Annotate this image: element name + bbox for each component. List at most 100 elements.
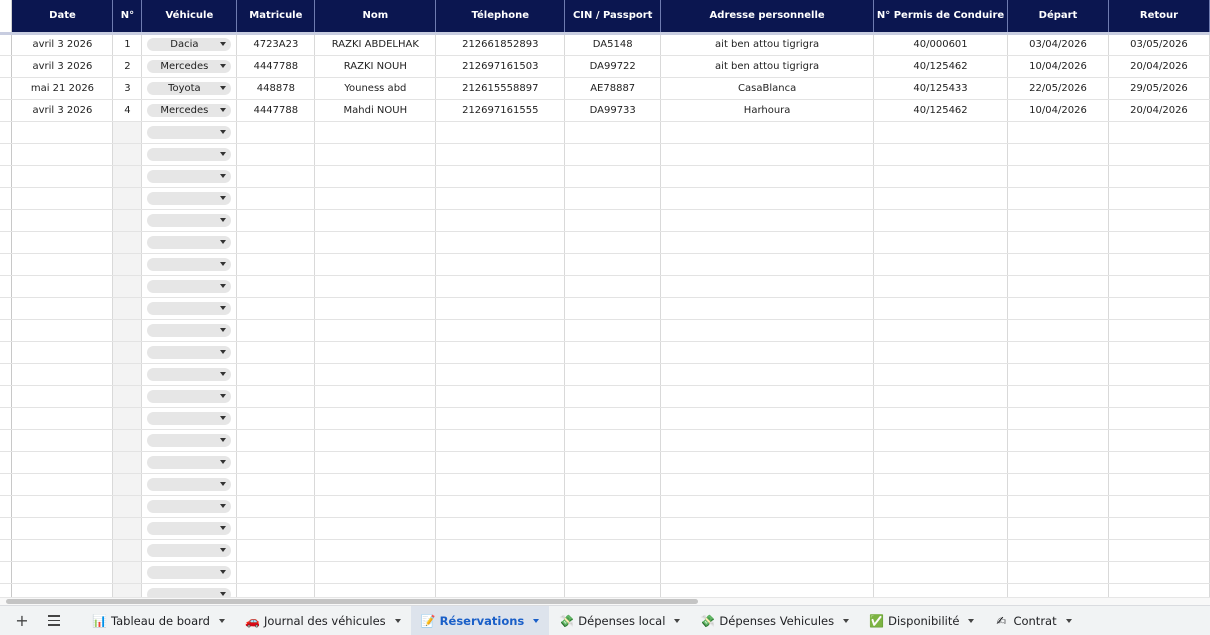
cell-adresse[interactable] <box>660 451 875 474</box>
cell-retour[interactable]: 20/04/2026 <box>1108 99 1210 122</box>
cell-date[interactable] <box>11 451 114 474</box>
vehicle-dropdown[interactable] <box>147 345 232 359</box>
cell-date[interactable] <box>11 319 114 342</box>
cell-adresse[interactable] <box>660 583 875 597</box>
cell-matricule[interactable] <box>236 341 316 364</box>
cell-depart[interactable] <box>1007 275 1109 298</box>
cell-permis[interactable]: 40/125462 <box>873 55 1009 78</box>
cell-permis[interactable] <box>873 517 1009 540</box>
cell-nom[interactable] <box>314 407 437 430</box>
cell-nom[interactable] <box>314 385 437 408</box>
cell-matricule[interactable] <box>236 121 316 144</box>
cell-retour[interactable] <box>1108 253 1210 276</box>
cell-date[interactable] <box>11 121 114 144</box>
cell-date[interactable]: mai 21 2026 <box>11 77 114 100</box>
cell-nom[interactable] <box>314 341 437 364</box>
cell-num[interactable] <box>112 473 143 496</box>
cell-matricule[interactable] <box>236 165 316 188</box>
cell-matricule[interactable]: 4447788 <box>236 99 316 122</box>
chevron-down-icon[interactable] <box>533 618 540 623</box>
row-gutter[interactable] <box>0 209 13 232</box>
row-gutter[interactable] <box>0 275 13 298</box>
cell-retour[interactable] <box>1108 517 1210 540</box>
cell-depart[interactable] <box>1007 143 1109 166</box>
cell-retour[interactable] <box>1108 385 1210 408</box>
vehicle-dropdown[interactable] <box>147 411 232 425</box>
tab-reservations[interactable]: 📝 Réservations <box>410 606 550 635</box>
cell-vehicule[interactable] <box>141 231 238 254</box>
cell-vehicule[interactable] <box>141 385 238 408</box>
row-gutter[interactable] <box>0 55 13 78</box>
vehicle-dropdown[interactable] <box>147 499 232 513</box>
cell-nom[interactable]: RAZKI ABDELHAK <box>314 33 437 56</box>
cell-vehicule[interactable]: Toyota <box>141 77 238 100</box>
cell-nom[interactable] <box>314 363 437 386</box>
cell-matricule[interactable]: 448878 <box>236 77 316 100</box>
cell-adresse[interactable] <box>660 561 875 584</box>
vehicle-dropdown[interactable]: Mercedes <box>147 103 232 117</box>
cell-vehicule[interactable] <box>141 209 238 232</box>
cell-cin[interactable] <box>564 231 662 254</box>
cell-vehicule[interactable] <box>141 539 238 562</box>
cell-num[interactable] <box>112 341 143 364</box>
cell-tel[interactable]: 212697161503 <box>435 55 566 78</box>
cell-adresse[interactable] <box>660 275 875 298</box>
row-gutter[interactable] <box>0 297 13 320</box>
row-gutter[interactable] <box>0 319 13 342</box>
cell-permis[interactable] <box>873 429 1009 452</box>
cell-nom[interactable] <box>314 539 437 562</box>
cell-tel[interactable] <box>435 231 566 254</box>
cell-tel[interactable] <box>435 495 566 518</box>
cell-adresse[interactable] <box>660 319 875 342</box>
vehicle-dropdown[interactable]: Dacia <box>147 38 232 51</box>
chevron-down-icon[interactable] <box>394 618 401 623</box>
cell-date[interactable] <box>11 143 114 166</box>
cell-date[interactable] <box>11 165 114 188</box>
cell-num[interactable] <box>112 209 143 232</box>
cell-num[interactable] <box>112 143 143 166</box>
column-header-depart[interactable]: Départ <box>1007 0 1109 35</box>
cell-num[interactable] <box>112 539 143 562</box>
cell-matricule[interactable] <box>236 385 316 408</box>
cell-permis[interactable] <box>873 385 1009 408</box>
cell-matricule[interactable] <box>236 539 316 562</box>
cell-depart[interactable] <box>1007 583 1109 597</box>
cell-adresse[interactable] <box>660 341 875 364</box>
cell-retour[interactable] <box>1108 407 1210 430</box>
cell-num[interactable] <box>112 253 143 276</box>
cell-tel[interactable] <box>435 253 566 276</box>
cell-retour[interactable] <box>1108 121 1210 144</box>
cell-vehicule[interactable] <box>141 407 238 430</box>
cell-vehicule[interactable] <box>141 253 238 276</box>
cell-nom[interactable] <box>314 231 437 254</box>
cell-permis[interactable] <box>873 539 1009 562</box>
cell-matricule[interactable] <box>236 209 316 232</box>
tab-depenses-local[interactable]: 💸 Dépenses local <box>549 606 690 635</box>
cell-vehicule[interactable] <box>141 143 238 166</box>
cell-matricule[interactable] <box>236 319 316 342</box>
cell-adresse[interactable] <box>660 407 875 430</box>
cell-cin[interactable] <box>564 451 662 474</box>
column-header-date[interactable]: Date <box>11 0 114 35</box>
cell-depart[interactable] <box>1007 495 1109 518</box>
cell-date[interactable] <box>11 385 114 408</box>
cell-tel[interactable] <box>435 297 566 320</box>
cell-adresse[interactable] <box>660 429 875 452</box>
cell-retour[interactable] <box>1108 165 1210 188</box>
cell-adresse[interactable] <box>660 385 875 408</box>
cell-cin[interactable]: DA99722 <box>564 55 662 78</box>
row-gutter[interactable] <box>0 253 13 276</box>
cell-matricule[interactable] <box>236 451 316 474</box>
cell-num[interactable]: 3 <box>112 77 143 100</box>
add-sheet-button[interactable]: + <box>6 606 38 635</box>
cell-permis[interactable] <box>873 561 1009 584</box>
cell-permis[interactable] <box>873 231 1009 254</box>
cell-vehicule[interactable] <box>141 121 238 144</box>
cell-cin[interactable] <box>564 561 662 584</box>
cell-tel[interactable] <box>435 517 566 540</box>
cell-depart[interactable]: 10/04/2026 <box>1007 55 1109 78</box>
tab-journal[interactable]: 🚗 Journal des véhicules <box>235 606 411 635</box>
column-header-adresse[interactable]: Adresse personnelle <box>660 0 875 35</box>
cell-adresse[interactable]: CasaBlanca <box>660 77 875 100</box>
cell-tel[interactable] <box>435 539 566 562</box>
